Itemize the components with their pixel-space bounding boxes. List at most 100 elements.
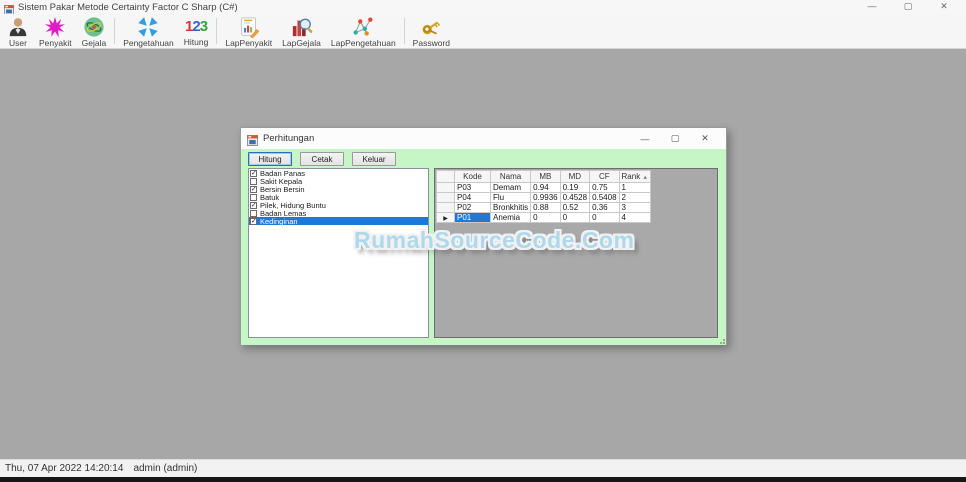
grid-column-header-rank[interactable]: Rank ▲ (618, 170, 652, 183)
grid-cell[interactable]: Flu (489, 192, 532, 203)
grid-cell[interactable]: 0.94 (530, 182, 561, 193)
toolbar-button-user[interactable]: User (2, 15, 34, 48)
toolbar-separator (114, 18, 116, 44)
grid-row[interactable]: P03 Demam 0.94 0.19 0.75 1 (436, 182, 652, 193)
toolbar-button-penyakit[interactable]: Penyakit (34, 15, 77, 48)
toolbar-button-lappenyakit[interactable]: LapPenyakit (220, 15, 277, 48)
grid-cell[interactable]: 0.52 (559, 202, 591, 213)
virus-icon (44, 16, 66, 38)
toolbar-separator (216, 18, 218, 44)
grid-cell[interactable]: P01 (454, 212, 491, 223)
main-titlebar: Sistem Pakar Metode Certainty Factor C S… (0, 0, 966, 15)
maximize-button[interactable]: ▢ (890, 0, 926, 14)
atom-icon (83, 16, 105, 38)
dialog-close-button[interactable]: ✕ (690, 133, 720, 144)
grid-cell[interactable]: 0.5408 (589, 192, 620, 203)
grid-column-header-cf[interactable]: CF (589, 170, 620, 183)
toolbar-button-password[interactable]: Password (408, 15, 455, 48)
resize-grip-icon[interactable] (717, 336, 725, 344)
window-bottom-edge (0, 477, 966, 482)
toolbar-button-label: Penyakit (39, 38, 72, 48)
grid-row[interactable]: ▶ P01 Anemia 0 0 0 4 (436, 212, 652, 223)
window-title: Sistem Pakar Metode Certainty Factor C S… (18, 1, 238, 13)
grid-row-header[interactable] (436, 202, 455, 213)
grid-cell[interactable]: 2 (618, 192, 652, 203)
grid-cell[interactable]: 0.88 (530, 202, 561, 213)
numbers-123-icon: 123 (185, 18, 208, 35)
grid-cell[interactable]: P02 (454, 202, 491, 213)
dialog-window-controls: — ▢ ✕ (630, 128, 720, 149)
grid-cell[interactable]: P03 (454, 182, 491, 193)
grid-cell[interactable]: Anemia (489, 212, 532, 223)
toolbar-button-label: LapPengetahuan (330, 38, 396, 48)
checkbox-unchecked-icon[interactable] (250, 177, 257, 185)
toolbar-button-lappengetahuan[interactable]: LapPengetahuan (326, 15, 401, 48)
results-grid[interactable]: Kode Nama MB MD CF Rank ▲ P03 Demam 0.94 0.19 0.75 1… (436, 170, 652, 223)
statusbar-datetime: Thu, 07 Apr 2022 14:20:14 (5, 463, 124, 474)
grid-cell[interactable]: 0.36 (589, 202, 620, 213)
grid-row-header[interactable] (436, 192, 455, 203)
grid-header-row: Kode Nama MB MD CF Rank ▲ (436, 170, 652, 183)
grid-cell[interactable]: P04 (454, 192, 491, 203)
dialog-button-cetak[interactable]: Cetak (300, 152, 344, 166)
checkbox-checked-icon[interactable]: ✓ (250, 169, 257, 177)
grid-cell[interactable]: 0.4528 (559, 192, 591, 203)
grid-cell[interactable]: 0.75 (589, 182, 620, 193)
toolbar-button-pengetahuan[interactable]: Pengetahuan (118, 15, 179, 48)
grid-row-header[interactable] (436, 182, 455, 193)
checkbox-checked-icon[interactable]: ✓ (250, 185, 257, 193)
watermark-text: RumahSourceCode.Com (354, 227, 635, 253)
user-icon (7, 16, 29, 38)
grid-column-header-kode[interactable]: Kode (454, 170, 491, 183)
application-window: Sistem Pakar Metode Certainty Factor C S… (0, 0, 966, 482)
checklist-item[interactable]: ✓ Kedinginan (249, 216, 428, 226)
grid-row-pointer-icon[interactable]: ▶ (436, 212, 455, 223)
main-window-controls: — ▢ ✕ (854, 0, 962, 14)
dialog-button-keluar[interactable]: Keluar (352, 152, 396, 166)
dialog-title: Perhitungan (263, 133, 315, 144)
keys-icon (420, 16, 442, 38)
grid-cell[interactable]: Bronkhitis (489, 202, 532, 213)
grid-row[interactable]: P02 Bronkhitis 0.88 0.52 0.36 3 (436, 202, 652, 213)
toolbar-button-label: Hitung (183, 37, 209, 47)
grid-cell[interactable]: 3 (618, 202, 652, 213)
grid-column-header-mb[interactable]: MB (530, 170, 561, 183)
dialog-button-hitung[interactable]: Hitung (248, 152, 292, 166)
grid-row[interactable]: P04 Flu 0.9936 0.4528 0.5408 2 (436, 192, 652, 203)
report-pencil-icon (238, 16, 260, 38)
grid-cell[interactable]: 0.19 (559, 182, 591, 193)
checklist-item-label: Kedinginan (260, 216, 298, 226)
toolbar-button-hitung[interactable]: 123 Hitung (179, 15, 214, 47)
toolbar-button-label: LapGejala (282, 38, 321, 48)
chart-magnifier-icon (291, 16, 313, 38)
minimize-button[interactable]: — (854, 0, 890, 14)
dialog-form-icon (247, 133, 258, 146)
toolbar-button-label: Pengetahuan (123, 38, 174, 48)
dialog-minimize-button[interactable]: — (630, 134, 660, 144)
checkbox-unchecked-icon[interactable] (250, 193, 257, 201)
grid-cell[interactable]: 0 (530, 212, 561, 223)
grid-cell[interactable]: 0.9936 (530, 192, 561, 203)
toolbar-button-label: Password (412, 38, 450, 48)
network-graph-icon (352, 16, 374, 38)
dialog-button-row: Hitung Cetak Keluar (248, 152, 396, 166)
grid-cell[interactable]: 0 (559, 212, 591, 223)
grid-corner-cell (436, 170, 455, 183)
grid-column-header-nama[interactable]: Nama (489, 170, 532, 183)
sort-ascending-icon: ▲ (642, 175, 649, 181)
checkbox-checked-icon[interactable]: ✓ (250, 201, 257, 209)
grid-cell[interactable]: 4 (618, 212, 652, 223)
toolbar: User Penyakit Gejala Pengetahuan 123 Hitung La… (0, 14, 966, 49)
toolbar-button-lapgejala[interactable]: LapGejala (277, 15, 326, 48)
grid-cell[interactable]: 0 (589, 212, 620, 223)
close-button[interactable]: ✕ (926, 0, 962, 14)
toolbar-button-gejala[interactable]: Gejala (77, 15, 112, 48)
grid-cell[interactable]: 1 (618, 182, 652, 193)
toolbar-button-label: User (9, 38, 27, 48)
checkbox-checked-icon[interactable]: ✓ (250, 217, 257, 225)
grid-cell[interactable]: Demam (489, 182, 532, 193)
checkbox-unchecked-icon[interactable] (250, 209, 257, 217)
dialog-maximize-button[interactable]: ▢ (660, 133, 690, 144)
app-form-icon (3, 2, 14, 15)
grid-column-header-md[interactable]: MD (559, 170, 591, 183)
